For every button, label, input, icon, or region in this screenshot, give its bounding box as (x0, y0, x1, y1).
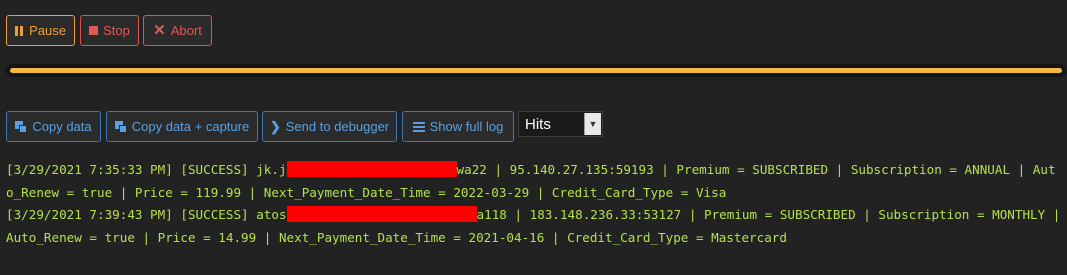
log-output: [3/29/2021 7:35:33 PM] [SUCCESS] jk.j wa2… (6, 159, 1062, 249)
pause-button[interactable]: Pause (6, 15, 75, 46)
stop-button[interactable]: Stop (80, 15, 139, 46)
copy-data-button[interactable]: Copy data (6, 111, 101, 142)
log-entry-prefix: [3/29/2021 7:35:33 PM] [SUCCESS] jk.j (6, 162, 287, 177)
log-entry: [3/29/2021 7:39:43 PM] [SUCCESS] atos a11… (6, 204, 1062, 249)
abort-label: Abort (170, 23, 202, 38)
show-full-log-button[interactable]: Show full log (402, 111, 514, 142)
copy-data-capture-label: Copy data + capture (131, 119, 250, 134)
log-entry: [3/29/2021 7:35:33 PM] [SUCCESS] jk.j wa2… (6, 159, 1062, 204)
stop-icon (89, 26, 99, 35)
show-full-log-label: Show full log (429, 119, 504, 134)
chevron-right-icon: ❯ (269, 118, 281, 134)
send-to-debugger-label: Send to debugger (285, 119, 390, 134)
list-icon (412, 121, 425, 132)
copy-icon (15, 120, 28, 133)
redaction-box (286, 206, 477, 222)
filter-select[interactable]: Hits ▼ (518, 111, 603, 137)
stop-label: Stop (103, 23, 130, 38)
copy-data-label: Copy data (32, 119, 92, 134)
copy-data-capture-button[interactable]: Copy data + capture (106, 111, 258, 142)
filter-select-value: Hits (525, 115, 551, 133)
send-to-debugger-button[interactable]: ❯ Send to debugger (262, 111, 397, 142)
chevron-down-icon[interactable]: ▼ (584, 113, 601, 135)
progress-bar (6, 64, 1066, 77)
pause-label: Pause (29, 23, 66, 38)
pause-icon (15, 25, 24, 36)
progress-fill (10, 68, 1062, 73)
log-entry-prefix: [3/29/2021 7:39:43 PM] [SUCCESS] atos (6, 207, 287, 222)
abort-button[interactable]: ✕ Abort (143, 15, 212, 46)
copy-icon (114, 120, 127, 133)
redaction-box (286, 161, 457, 177)
close-icon: ✕ (153, 22, 166, 39)
